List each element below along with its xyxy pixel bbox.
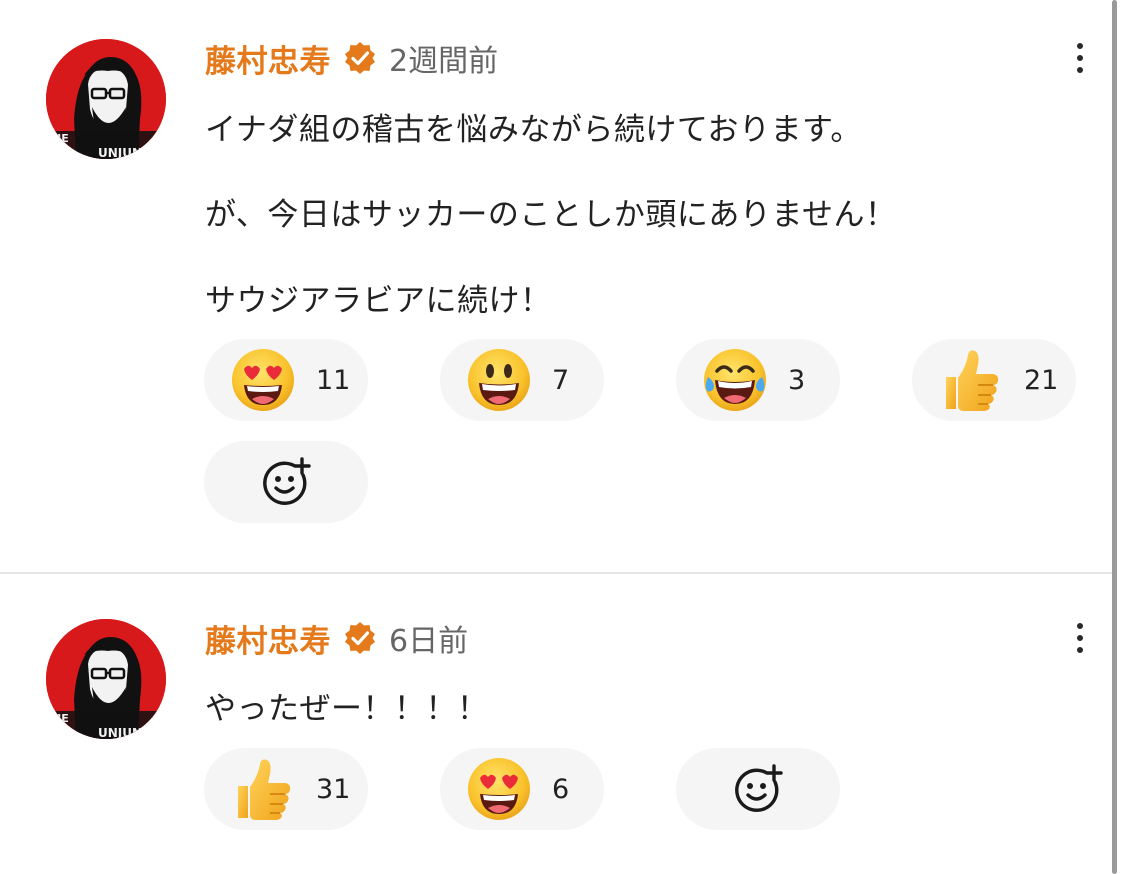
timestamp: 6日前 — [389, 624, 469, 659]
verified-badge-icon — [345, 622, 375, 654]
reaction-thumbs-up[interactable]: 31 — [204, 748, 368, 830]
comment-text-line: が、今日はサッカーのことしか頭にありません！ — [205, 197, 897, 233]
comment: 藤村忠寿 6日前 やったぜー！！！！ 31 6 — [0, 574, 1110, 874]
reaction-grinning[interactable]: 7 — [440, 339, 604, 421]
comment: 藤村忠寿 2週間前 イナダ組の稽古を悩みながら続けております。 が、今日はサッカ… — [0, 0, 1110, 572]
more-options-dot-icon — [1077, 67, 1083, 73]
verified-badge-icon — [345, 42, 375, 74]
thumbs-up-emoji-icon — [946, 350, 999, 411]
comment-text-line: サウジアラビアに続け！ — [205, 283, 552, 319]
reaction-heart-eyes[interactable]: 6 — [440, 748, 604, 830]
timestamp: 2週間前 — [389, 44, 499, 79]
comment-text-line: やったぜー！！！！ — [205, 691, 489, 727]
reaction-count: 7 — [552, 364, 570, 396]
more-options-dot-icon — [1077, 55, 1083, 61]
reaction-tears-of-joy[interactable]: 3 — [676, 339, 840, 421]
grinning-emoji-icon — [466, 347, 532, 413]
heart-eyes-emoji-icon — [230, 347, 296, 413]
add-reaction-icon — [263, 457, 311, 505]
more-options-dot-icon — [1077, 623, 1083, 629]
author-name[interactable]: 藤村忠寿 — [205, 616, 331, 661]
more-options-dot-icon — [1077, 647, 1083, 653]
add-reaction-icon — [735, 764, 783, 812]
add-reaction-button[interactable] — [676, 748, 840, 830]
more-options-dot-icon — [1077, 43, 1083, 49]
reaction-count: 31 — [316, 773, 351, 805]
heart-eyes-emoji-icon — [466, 756, 532, 822]
avatar[interactable] — [46, 39, 166, 159]
reaction-heart-eyes[interactable]: 11 — [204, 339, 368, 421]
avatar[interactable] — [46, 619, 166, 739]
reaction-thumbs-up[interactable]: 21 — [912, 339, 1076, 421]
add-reaction-button[interactable] — [204, 441, 368, 523]
reaction-count: 21 — [1024, 364, 1059, 396]
comment-text-line: イナダ組の稽古を悩みながら続けております。 — [205, 112, 862, 148]
reaction-count: 6 — [552, 773, 570, 805]
reaction-count: 11 — [316, 364, 351, 396]
reaction-count: 3 — [788, 364, 806, 396]
comment-header: 藤村忠寿 2週間前 — [205, 36, 498, 80]
thumbs-up-emoji-icon — [238, 759, 291, 820]
author-name[interactable]: 藤村忠寿 — [205, 36, 331, 81]
tears-of-joy-emoji-icon — [702, 347, 768, 413]
more-options-dot-icon — [1077, 635, 1083, 641]
scrollbar[interactable] — [1112, 0, 1117, 874]
comment-header: 藤村忠寿 6日前 — [205, 616, 468, 660]
more-options-button[interactable] — [1066, 618, 1094, 658]
more-options-button[interactable] — [1066, 38, 1094, 78]
